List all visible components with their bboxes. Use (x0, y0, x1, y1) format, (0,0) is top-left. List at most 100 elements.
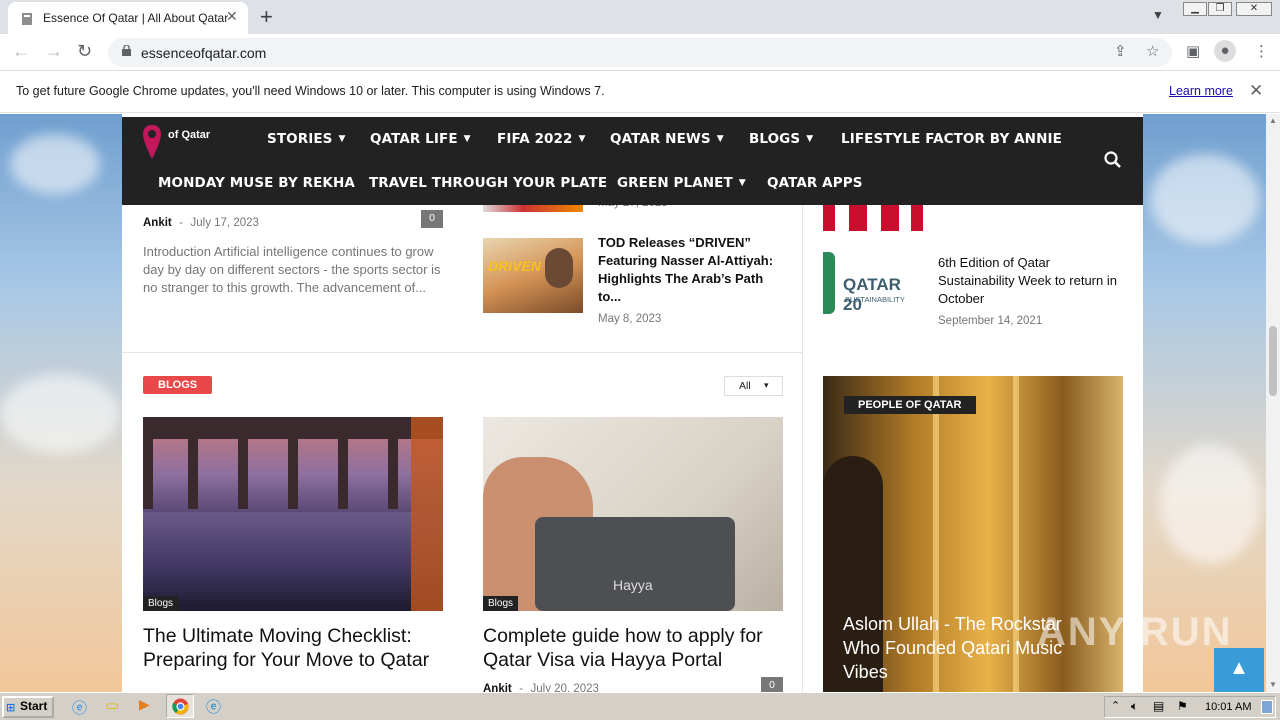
window-close-icon[interactable]: ✕ (1236, 2, 1272, 16)
windows-logo-icon: ⊞ (6, 702, 16, 714)
nav-label: BLOGS (749, 131, 801, 147)
logo-text: of Qatar (168, 129, 211, 141)
post-title[interactable]: TOD Releases “DRIVEN” Featuring Nasser A… (598, 234, 783, 306)
nav-green-planet[interactable]: GREEN PLANET ▼ (617, 175, 746, 191)
arch-top (143, 417, 443, 439)
blogs-filter-dropdown[interactable]: All ▾ (724, 376, 783, 396)
scroll-up-icon[interactable]: ▲ (1269, 116, 1277, 125)
meta-separator: - (519, 683, 524, 692)
post-author[interactable]: Ankit (483, 683, 512, 692)
nav-label: STORIES (267, 131, 333, 147)
explorer-folder-icon[interactable]: ▭ (105, 696, 119, 714)
nav-qatar-news[interactable]: QATAR NEWS ▼ (610, 131, 724, 147)
nav-label: QATAR NEWS (610, 131, 711, 147)
tab-search-chevron-icon[interactable]: ▼ (1152, 8, 1164, 22)
site-logo[interactable]: of Qatar (142, 121, 234, 161)
profile-avatar-icon[interactable]: ● (1214, 40, 1236, 62)
wall-edge (411, 417, 443, 611)
blog-post-image[interactable]: Hayya Blogs (483, 417, 783, 611)
bookmark-star-icon[interactable]: ☆ (1146, 42, 1159, 60)
minimize-icon[interactable]: ▁ (1183, 2, 1207, 16)
tab-close-icon[interactable]: ✕ (226, 8, 238, 25)
chrome-taskbar-button[interactable] (166, 694, 194, 718)
chevron-down-icon: ▼ (738, 178, 746, 188)
ie-icon[interactable]: ⓔ (72, 697, 87, 718)
blog-post-title[interactable]: Complete guide how to apply for Qatar Vi… (483, 624, 783, 672)
show-desktop-icon[interactable] (1261, 700, 1273, 714)
nav-fifa-2022[interactable]: FIFA 2022 ▼ (497, 131, 586, 147)
scroll-to-top-button[interactable]: ▲ (1214, 648, 1264, 692)
network-icon[interactable]: ▤ (1153, 699, 1164, 713)
nav-monday-muse[interactable]: MONDAY MUSE BY REKHA (158, 175, 355, 191)
lock-icon (122, 45, 131, 56)
nav-travel-plate[interactable]: TRAVEL THROUGH YOUR PLATE (369, 175, 607, 191)
comment-count-badge[interactable]: 0 (761, 677, 783, 692)
site-favicon-icon (22, 13, 32, 25)
blog-category-label[interactable]: Blogs (483, 596, 519, 611)
system-tray: ⌃ 🔈︎ ▤ ⚑ 10:01 AM (1104, 696, 1276, 718)
tray-expand-icon[interactable]: ⌃ (1111, 699, 1120, 712)
page-scrollbar[interactable]: ▲ ▼ (1266, 114, 1280, 692)
restore-icon[interactable]: ❐ (1208, 2, 1232, 16)
post-author[interactable]: Ankit (143, 217, 172, 229)
driven-thumbnail[interactable]: DRIVEN (483, 238, 583, 313)
chevron-down-icon: ▼ (716, 134, 724, 144)
feature-category-label[interactable]: PEOPLE OF QATAR (844, 396, 976, 414)
nav-label: TRAVEL THROUGH YOUR PLATE (369, 175, 608, 191)
sky-cloud (1150, 154, 1260, 244)
watermark-text: ANY RUN (1037, 610, 1233, 654)
thumbnail-text: DRIVEN (488, 258, 541, 274)
media-player-icon[interactable]: ▶ (139, 696, 150, 713)
side-panel-icon[interactable]: ▣ (1186, 42, 1200, 60)
blog-post-title[interactable]: The Ultimate Moving Checklist: Preparing… (143, 624, 443, 672)
share-icon[interactable]: ⇪ (1114, 42, 1127, 60)
clock-time[interactable]: 10:01 AM (1205, 701, 1251, 713)
start-label: Start (20, 699, 48, 713)
comment-count-badge[interactable]: 0 (421, 210, 443, 228)
infobar-close-icon[interactable]: ✕ (1249, 81, 1263, 101)
nav-stories[interactable]: STORIES ▼ (267, 131, 346, 147)
leaf-shape (823, 252, 835, 314)
nav-qatar-apps[interactable]: QATAR APPS (767, 175, 863, 191)
nav-qatar-life[interactable]: QATAR LIFE ▼ (370, 131, 471, 147)
back-icon[interactable]: ← (12, 41, 30, 62)
chrome-menu-icon[interactable]: ⋮ (1254, 42, 1269, 60)
volume-icon[interactable]: 🔈︎ (1131, 699, 1138, 714)
nav-label: GREEN PLANET (617, 175, 733, 191)
scroll-down-icon[interactable]: ▼ (1269, 680, 1277, 689)
reload-icon[interactable]: ↻ (77, 41, 92, 62)
post-date: July 17, 2023 (190, 217, 259, 229)
address-bar[interactable]: essenceofqatar.com (108, 38, 1172, 67)
new-tab-icon[interactable]: + (260, 4, 273, 30)
active-tab[interactable]: Essence Of Qatar | All About Qatar ✕ (8, 2, 248, 34)
arch-pillar (238, 439, 248, 509)
forward-icon[interactable]: → (45, 41, 63, 62)
arch-pillar (288, 439, 298, 509)
sidebar-post-title[interactable]: 6th Edition of Qatar Sustainability Week… (938, 254, 1124, 308)
meta-separator: - (179, 217, 184, 229)
blogs-section-label[interactable]: BLOGS (143, 376, 213, 394)
sky-cloud (0, 374, 120, 454)
tab-title: Essence Of Qatar | All About Qatar (43, 11, 229, 25)
action-center-flag-icon[interactable]: ⚑ (1177, 699, 1188, 713)
post-excerpt: Introduction Artificial intelligence con… (143, 244, 441, 295)
learn-more-link[interactable]: Learn more (1169, 84, 1233, 98)
blog-category-label[interactable]: Blogs (143, 596, 179, 611)
nav-lifestyle-factor[interactable]: LIFESTYLE FACTOR BY ANNIE (841, 131, 1062, 147)
blog-post-image[interactable]: Blogs (143, 417, 443, 611)
scrollbar-thumb[interactable] (1269, 326, 1277, 396)
chevron-down-icon: ▾ (764, 380, 769, 390)
sustainability-thumbnail[interactable]: QATAR 20 SUSTAINABILITY (823, 246, 923, 321)
edge-icon[interactable]: ⓔ (206, 696, 221, 717)
search-icon[interactable] (1103, 150, 1123, 175)
filter-value: All (739, 380, 751, 392)
nav-label: LIFESTYLE FACTOR BY ANNIE (841, 131, 1062, 147)
column-divider (802, 184, 803, 692)
start-button[interactable]: ⊞ Start (2, 696, 54, 718)
nav-blogs[interactable]: BLOGS ▼ (749, 131, 813, 147)
post-date: May 8, 2023 (598, 313, 662, 325)
windows-taskbar: ⊞ Start ⓔ ▭ ▶ ⓔ ⌃ 🔈︎ ▤ ⚑ 10:01 AM (0, 692, 1280, 720)
nav-label: FIFA 2022 (497, 131, 573, 147)
driver-figure (545, 248, 573, 288)
post-date: July 20, 2023 (530, 683, 599, 692)
